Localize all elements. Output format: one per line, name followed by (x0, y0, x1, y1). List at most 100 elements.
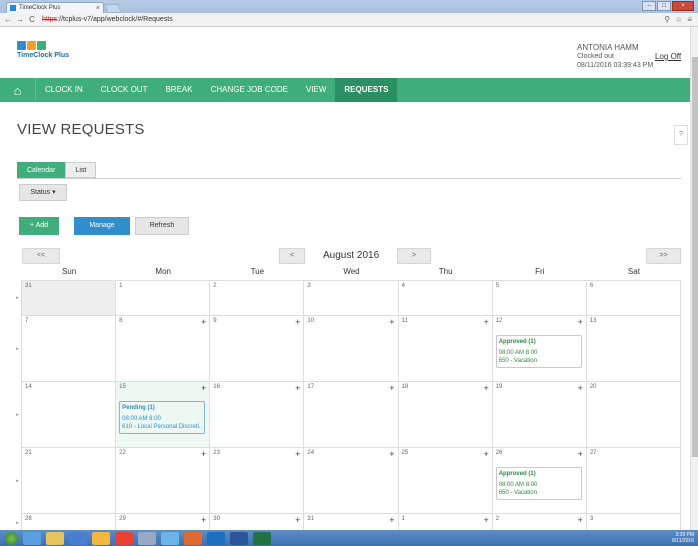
app-icon[interactable] (92, 531, 110, 545)
calendar-day-cell[interactable]: 5 (491, 280, 587, 316)
add-request-icon[interactable]: + (201, 449, 206, 459)
close-tab-icon[interactable]: × (96, 5, 100, 12)
next-month-button[interactable]: > (397, 248, 431, 264)
prev-year-button[interactable]: << (22, 248, 60, 264)
calendar-day-cell[interactable]: 16 + (209, 381, 305, 449)
calendar-day-cell[interactable]: 7 (21, 315, 117, 383)
calendar-day-cell[interactable]: 3 (303, 280, 399, 316)
add-request-icon[interactable]: + (578, 449, 583, 459)
prev-month-button[interactable]: < (279, 248, 305, 264)
calendar-day-cell[interactable]: 27 (585, 447, 681, 515)
calendar-day-cell[interactable]: 18 + (397, 381, 493, 449)
calendar-day-cell[interactable]: 9 + (209, 315, 305, 383)
add-request-icon[interactable]: + (389, 317, 394, 327)
tab-list[interactable]: List (65, 162, 97, 178)
nav-change-job-code[interactable]: CHANGE JOB CODE (202, 78, 297, 102)
add-request-icon[interactable]: + (295, 449, 300, 459)
plus-icon: + (29, 222, 35, 229)
minimize-icon[interactable]: – (642, 1, 656, 11)
app-icon[interactable] (184, 531, 202, 545)
add-request-icon[interactable]: + (578, 515, 583, 525)
bookmark-star-icon[interactable]: ☆ (675, 15, 682, 24)
add-request-icon[interactable]: + (483, 515, 488, 525)
system-tray-clock[interactable]: 3:39 PM 8/11/2016 (672, 532, 694, 544)
new-tab-button[interactable] (104, 4, 122, 13)
add-request-icon[interactable]: + (201, 383, 206, 393)
add-request-icon[interactable]: + (389, 383, 394, 393)
calendar-day-cell[interactable]: 1 (115, 280, 211, 316)
help-button[interactable]: ? (674, 125, 688, 145)
day-number: 1 (119, 283, 123, 289)
home-icon[interactable]: ⌂ (0, 78, 36, 102)
page-scrollbar[interactable] (690, 27, 698, 530)
calendar-day-cell[interactable]: 31 (21, 280, 117, 316)
browser-tab[interactable]: TimeClock Plus × (6, 2, 104, 13)
calendar-day-cell[interactable]: 17 + (303, 381, 399, 449)
menu-icon[interactable]: ≡ (687, 15, 692, 24)
add-request-icon[interactable]: + (201, 515, 206, 525)
nav-view[interactable]: VIEW (297, 78, 335, 102)
app-icon[interactable] (138, 531, 156, 545)
calendar-day-cell[interactable]: 14 (21, 381, 117, 449)
calendar-day-cell[interactable]: 26 + Approved (1) 08:00 AM 8:00 650 - Vacati… (491, 447, 587, 515)
add-request-icon[interactable]: + (201, 317, 206, 327)
calendar-day-cell[interactable]: 22 + (115, 447, 211, 515)
calendar-day-cell[interactable]: 6 (585, 280, 681, 316)
calendar-day-cell[interactable]: 19 + (491, 381, 587, 449)
word-icon[interactable] (230, 531, 248, 545)
outlook-icon[interactable] (207, 531, 225, 545)
add-request-icon[interactable]: + (295, 383, 300, 393)
manage-button[interactable]: Manage (74, 217, 130, 235)
nav-requests[interactable]: REQUESTS (335, 78, 398, 102)
add-request-icon[interactable]: + (578, 383, 583, 393)
back-icon[interactable]: ← (4, 15, 12, 24)
calendar-day-cell[interactable]: 10 + (303, 315, 399, 383)
add-request-icon[interactable]: + (483, 449, 488, 459)
add-request-icon[interactable]: + (295, 515, 300, 525)
start-icon[interactable] (5, 531, 18, 545)
ie-icon[interactable] (23, 531, 41, 545)
scrollbar-thumb[interactable] (692, 57, 698, 457)
next-year-button[interactable]: >> (646, 248, 681, 264)
approved-request-card[interactable]: Approved (1) 08:00 AM 8:00 650 - Vacation (495, 467, 582, 500)
reload-icon[interactable]: C (28, 15, 36, 24)
calendar-day-cell[interactable]: 15 + Pending (1) 08:00 AM 8:00 610 - Local P… (115, 381, 211, 449)
pending-request-card[interactable]: Pending (1) 08:00 AM 8:00 610 - Local Pers… (119, 401, 206, 434)
calendar-day-cell[interactable]: 21 (21, 447, 117, 515)
tab-calendar[interactable]: Calendar (17, 162, 66, 178)
log-off-link[interactable]: Log Off (655, 52, 681, 61)
nav-clock-in[interactable]: CLOCK IN (36, 78, 92, 102)
close-window-icon[interactable]: × (672, 1, 694, 11)
add-request-icon[interactable]: + (295, 317, 300, 327)
calendar-day-cell[interactable]: 12 + Approved (1) 08:00 AM 8:00 650 - Vacati… (491, 315, 587, 383)
calendar-day-cell[interactable]: 8 + (115, 315, 211, 383)
nav-clock-out[interactable]: CLOCK OUT (92, 78, 157, 102)
status-filter-button[interactable]: Status ▾ (19, 184, 67, 201)
nav-break[interactable]: BREAK (156, 78, 201, 102)
approved-request-card[interactable]: Approved (1) 08:00 AM 8:00 650 - Vacation (495, 335, 582, 368)
add-request-icon[interactable]: + (389, 449, 394, 459)
calendar-day-cell[interactable]: 2 (209, 280, 305, 316)
refresh-button[interactable]: Refresh (135, 217, 189, 235)
add-button[interactable]: + Add (19, 217, 59, 235)
calendar-day-cell[interactable]: 4 (397, 280, 493, 316)
add-request-icon[interactable]: + (389, 515, 394, 525)
forward-icon[interactable]: → (16, 15, 24, 24)
add-request-icon[interactable]: + (578, 317, 583, 327)
calendar-day-cell[interactable]: 23 + (209, 447, 305, 515)
calendar-day-cell[interactable]: 25 + (397, 447, 493, 515)
calendar-day-cell[interactable]: 13 (585, 315, 681, 383)
url-field[interactable]: https://tcplus-v7/app/webclock/#/Request… (42, 16, 664, 23)
maximize-icon[interactable]: □ (657, 1, 671, 11)
explorer-icon[interactable] (46, 531, 64, 545)
calendar-day-cell[interactable]: 24 + (303, 447, 399, 515)
excel-icon[interactable] (253, 531, 271, 545)
calendar-day-cell[interactable]: 11 + (397, 315, 493, 383)
chrome-icon[interactable] (115, 531, 133, 545)
add-request-icon[interactable]: + (483, 317, 488, 327)
add-request-icon[interactable]: + (483, 383, 488, 393)
zoom-icon[interactable]: ⚲ (664, 15, 670, 24)
app-icon[interactable] (161, 531, 179, 545)
calendar-day-cell[interactable]: 20 (585, 381, 681, 449)
app-icon[interactable] (69, 531, 87, 545)
